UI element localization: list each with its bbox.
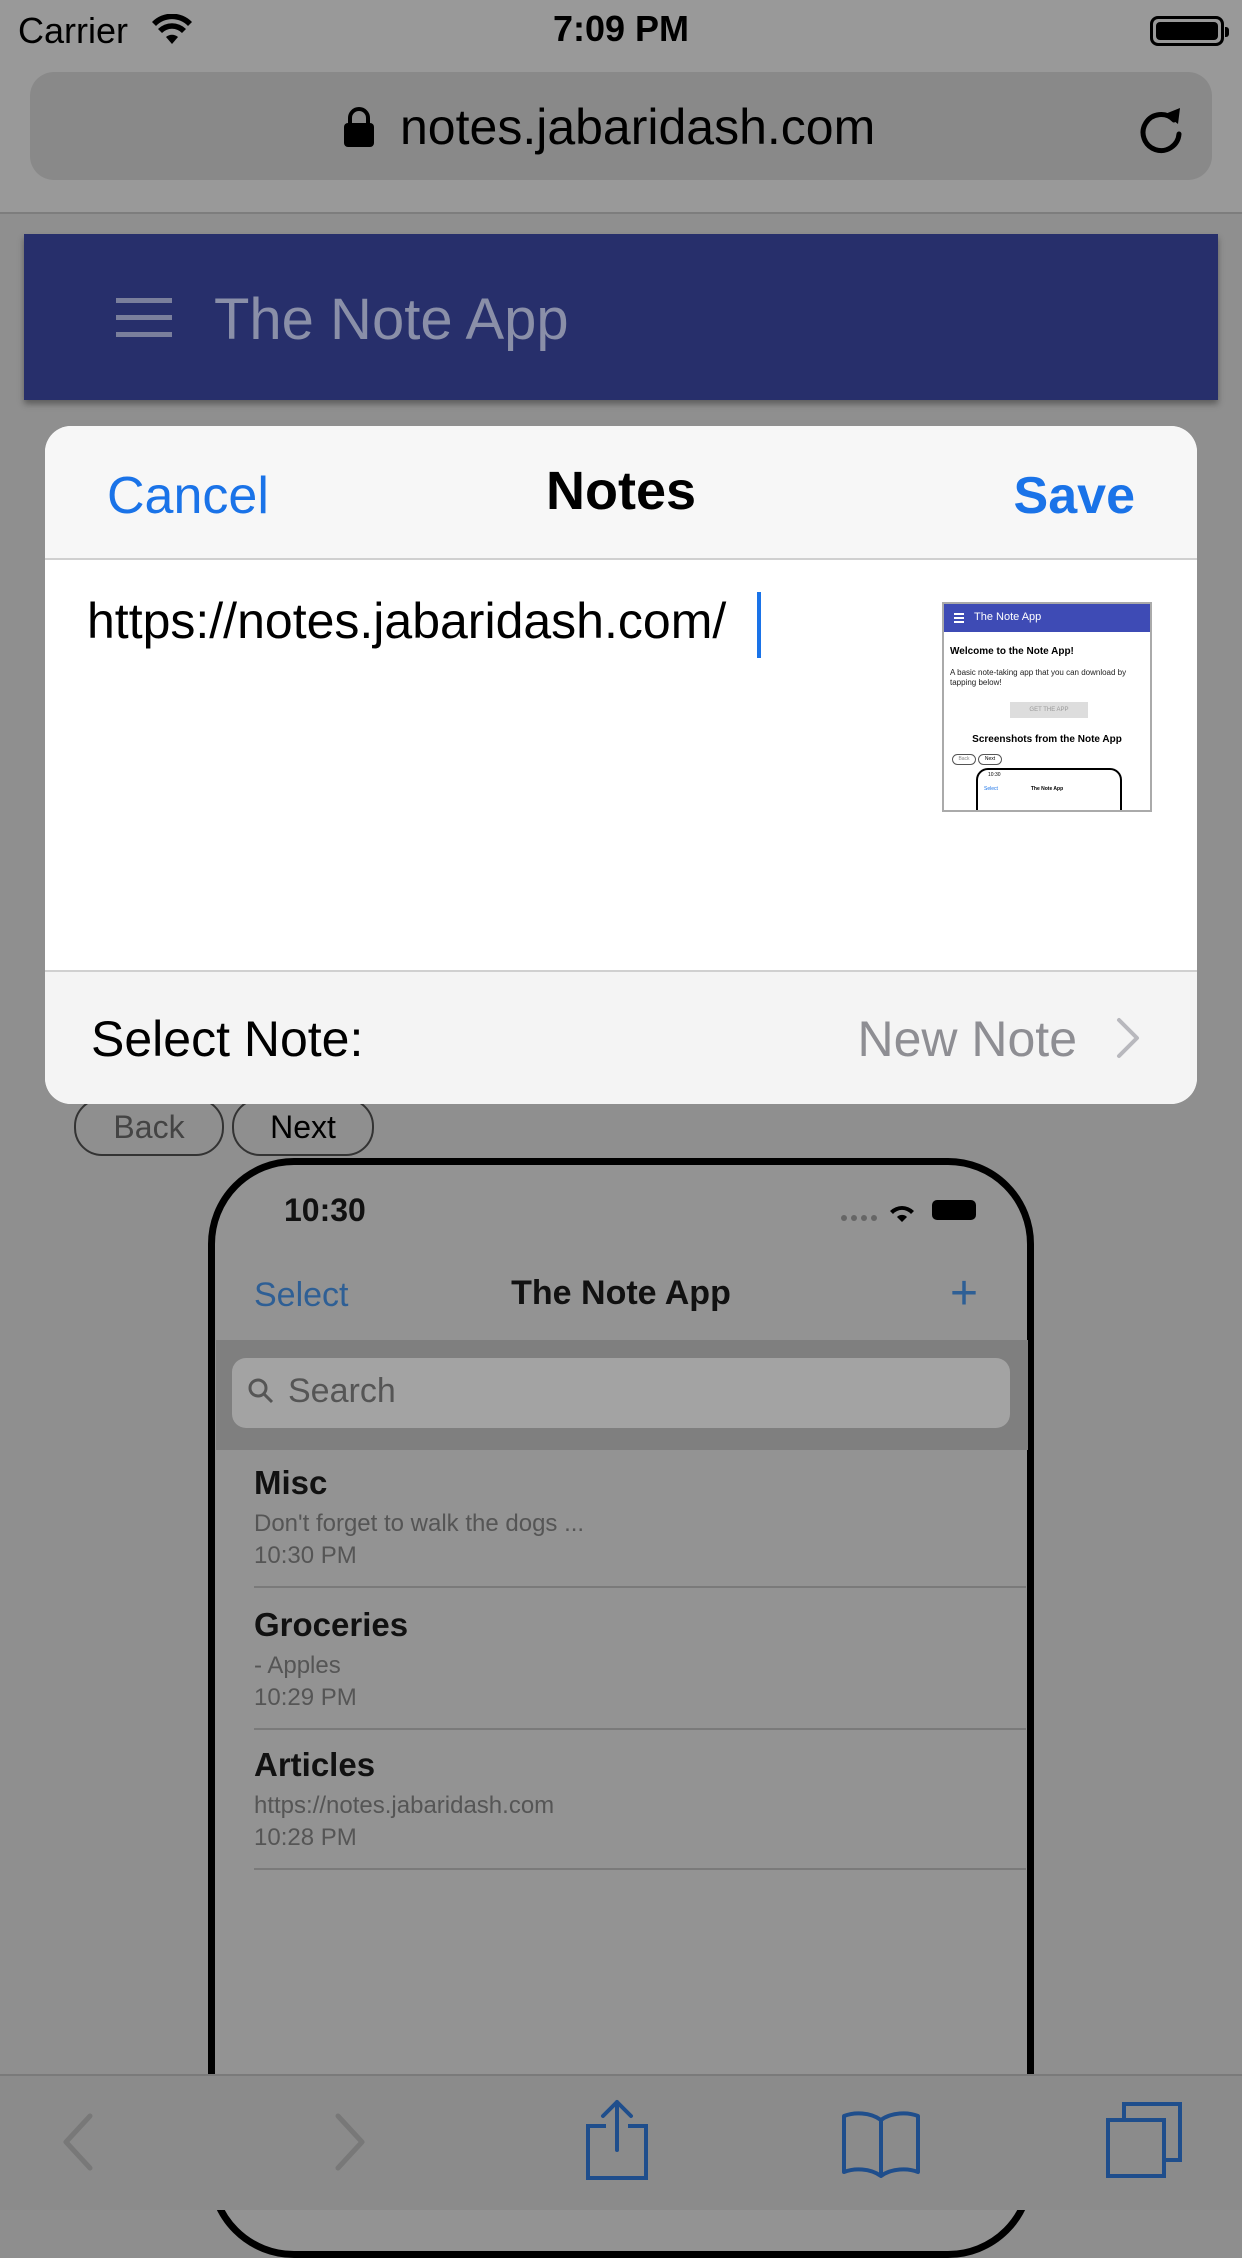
mockup-divider [254, 1586, 1026, 1588]
mockup-note-time: 10:29 PM [254, 1684, 357, 1711]
thumb-menu-icon [954, 613, 964, 615]
share-sheet: Cancel Notes Save https://notes.jabarida… [45, 426, 1197, 1104]
mockup-note-title: Articles [254, 1746, 376, 1783]
thumb-back-button: Back [952, 754, 976, 765]
thumb-welcome: Welcome to the Note App! [950, 646, 1074, 657]
back-arrow-icon[interactable] [58, 2110, 98, 2174]
mockup-note-preview: - Apples [254, 1652, 341, 1679]
select-note-label: Select Note: [91, 1011, 364, 1067]
lock-icon [344, 107, 374, 147]
mockup-note-preview: https://notes.jabaridash.com [254, 1792, 555, 1819]
thumb-next-button: Next [978, 754, 1002, 765]
app-title: The Note App [214, 287, 569, 352]
thumb-description: A basic note-taking app that you can dow… [950, 668, 1127, 687]
mockup-note-preview: Don't forget to walk the dogs ... [254, 1510, 585, 1537]
hamburger-menu-icon[interactable] [116, 298, 172, 338]
mockup-note-time: 10:30 PM [254, 1542, 357, 1569]
app-header [24, 234, 1218, 400]
next-button[interactable]: Next [232, 1098, 374, 1156]
chevron-right-icon[interactable] [1115, 1016, 1141, 1060]
battery-icon [1150, 16, 1229, 46]
forward-arrow-icon[interactable] [330, 2110, 370, 2174]
thumb-get-app-button: GET THE APP [1010, 702, 1088, 718]
note-text-input[interactable]: https://notes.jabaridash.com/ [87, 592, 726, 650]
status-clock: 7:09 PM [552, 8, 690, 49]
mockup-battery-icon [932, 1200, 976, 1220]
selected-note-value[interactable]: New Note [857, 1010, 1077, 1068]
mockup-wifi-icon [841, 1206, 914, 1222]
page-preview-thumbnail: The Note App Welcome to the Note App! A … [942, 602, 1152, 812]
thumb-title: The Note App [1030, 786, 1064, 792]
save-button[interactable]: Save [1014, 466, 1135, 526]
share-icon[interactable] [584, 2098, 650, 2182]
thumb-app-title: The Note App [974, 611, 1042, 623]
tabs-icon[interactable] [1104, 2100, 1184, 2180]
mockup-divider [254, 1728, 1026, 1730]
mockup-search-placeholder: Search [288, 1372, 396, 1410]
mockup-title: The Note App [511, 1274, 731, 1312]
mockup-divider [254, 1868, 1026, 1870]
mockup-plus-icon: + [950, 1267, 979, 1320]
back-button[interactable]: Back [74, 1098, 224, 1156]
url-text[interactable]: notes.jabaridash.com [400, 98, 875, 156]
bookmarks-icon[interactable] [840, 2108, 922, 2178]
reload-icon[interactable] [1134, 100, 1188, 158]
mockup-time: 10:30 [284, 1192, 366, 1228]
mockup-note-title: Groceries [254, 1606, 409, 1643]
thumb-time: 10:30 [988, 772, 1001, 778]
thumb-screenshots-heading: Screenshots from the Note App [972, 734, 1122, 745]
mockup-search-icon [248, 1378, 274, 1404]
mockup-note-title: Misc [254, 1464, 328, 1501]
mockup-note-time: 10:28 PM [254, 1824, 357, 1851]
text-cursor [757, 592, 761, 658]
